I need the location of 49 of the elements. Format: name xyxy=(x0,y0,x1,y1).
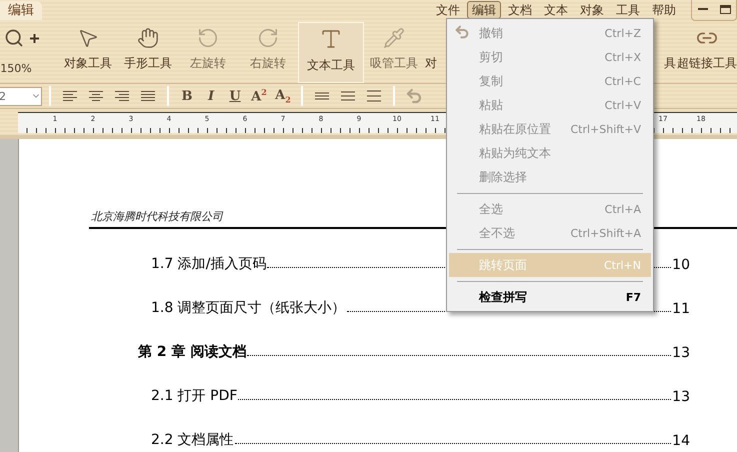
text-style-button[interactable]: I xyxy=(200,86,222,106)
tool-button[interactable]: 对象工具 xyxy=(58,22,118,83)
rotate-left-icon xyxy=(197,27,219,49)
line-spacing-icon xyxy=(340,89,356,103)
menu-bar-item[interactable]: 文本 xyxy=(539,1,573,19)
toc-entry: 2.1 打开 PDF xyxy=(151,387,238,405)
zoom-level: 150% xyxy=(0,62,32,75)
align-icon xyxy=(88,90,104,102)
font-size-field[interactable]: 2 xyxy=(0,86,42,106)
line-spacing-icon xyxy=(366,89,382,103)
maximize-icon xyxy=(720,5,730,14)
undo-icon xyxy=(405,87,423,105)
tool-button[interactable]: 具 xyxy=(663,22,677,83)
text-style-button[interactable]: B xyxy=(176,86,198,106)
text-style-button[interactable]: A$_{2}$ xyxy=(272,86,294,106)
tool-button[interactable]: 文本工具 xyxy=(298,22,364,83)
zoom-in-icon[interactable] xyxy=(30,34,38,42)
page-number: 13 xyxy=(672,345,690,361)
page-number: 11 xyxy=(672,301,690,317)
hand-icon xyxy=(137,27,159,49)
menu-bar-item[interactable]: 对象 xyxy=(575,1,609,19)
menu-bar-item[interactable]: 帮助 xyxy=(647,1,681,19)
text-style-button[interactable]: A$^{2}$ xyxy=(248,86,270,106)
menu-bar-item[interactable]: 编辑 xyxy=(467,1,501,19)
pointer-icon xyxy=(77,27,99,49)
menu-bar-item[interactable]: 文档 xyxy=(503,1,537,19)
undo-icon xyxy=(454,24,470,40)
ribbon-tab[interactable]: 编辑 xyxy=(0,1,42,20)
tool-button[interactable]: 手形工具 xyxy=(118,22,178,83)
pipette-icon xyxy=(383,27,405,49)
page-number: 10 xyxy=(672,257,690,273)
align-icon xyxy=(140,90,156,102)
toc-entry: 第 2 章 阅读文档 xyxy=(138,343,246,361)
menu-item[interactable]: 检查拼写 F7 xyxy=(449,285,651,309)
align-icon xyxy=(114,90,130,102)
page-number: 13 xyxy=(672,389,690,405)
toc-entry: 2.2 文档属性 xyxy=(151,431,234,449)
toc-entry: 1.7 添加/插入页码 xyxy=(151,255,266,273)
toc-entry: 1.8 调整页面尺寸（纸张大小） xyxy=(151,299,346,317)
page-number: 14 xyxy=(672,433,690,449)
tool-button[interactable]: 超链接工具 xyxy=(677,22,737,83)
menu-bar-item[interactable]: 文件 xyxy=(431,1,465,19)
minimize-icon xyxy=(698,8,708,11)
menu-bar-item[interactable]: 工具 xyxy=(611,1,645,19)
tool-button[interactable]: 对 xyxy=(424,22,438,83)
zoom-icon[interactable] xyxy=(4,28,24,48)
align-icon xyxy=(62,90,78,102)
text-style-button[interactable]: U xyxy=(224,86,246,106)
rotate-right-icon xyxy=(257,27,279,49)
